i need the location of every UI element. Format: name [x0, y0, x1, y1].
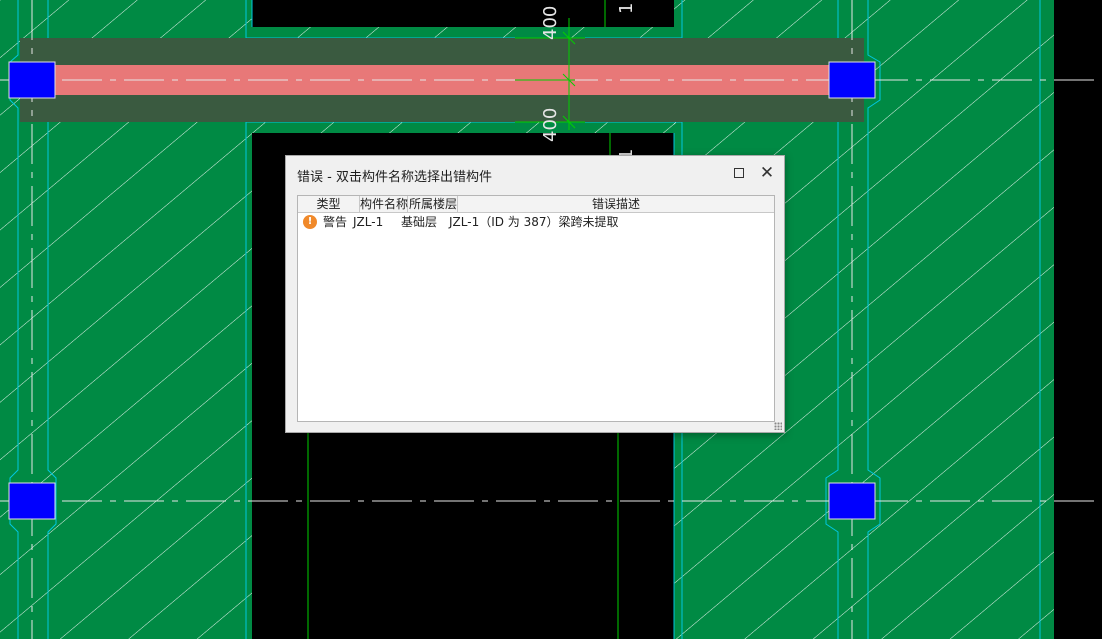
error-table[interactable]: 类型 构件名称 所属楼层 错误描述 ! 警告 JZL-1 基础层 JZL-1（I… — [297, 195, 775, 422]
dimension-label-bottom: 400 — [540, 108, 561, 142]
maximize-button[interactable] — [727, 162, 751, 184]
close-icon: ✕ — [759, 162, 775, 183]
row-description: JZL-1（ID 为 387）梁跨未提取 — [449, 215, 619, 229]
close-button[interactable]: ✕ — [755, 162, 779, 184]
dialog-title: 错误 - 双击构件名称选择出错构件 — [297, 170, 492, 185]
warning-icon: ! — [303, 215, 317, 229]
dimension-label-top: 400 — [540, 6, 561, 40]
column-header-description[interactable]: 错误描述 — [458, 196, 774, 212]
row-type: 警告 — [323, 215, 348, 229]
column-top-right — [828, 61, 876, 99]
column-header-name[interactable]: 构件名称 — [360, 196, 408, 212]
maximize-icon — [734, 168, 744, 178]
column-header-floor[interactable]: 所属楼层 — [408, 196, 458, 212]
dialog-titlebar[interactable]: 错误 - 双击构件名称选择出错构件 ✕ — [286, 156, 784, 190]
axis-label-top: 1 — [616, 3, 637, 14]
row-floor: 基础层 — [401, 215, 438, 229]
row-name[interactable]: JZL-1 — [353, 213, 383, 232]
column-header-type[interactable]: 类型 — [298, 196, 360, 212]
resize-grip[interactable] — [774, 422, 782, 430]
table-row[interactable]: ! 警告 JZL-1 基础层 JZL-1（ID 为 387）梁跨未提取 — [298, 213, 774, 232]
column-bottom-left — [8, 482, 56, 520]
column-top-left — [8, 61, 56, 99]
error-dialog[interactable]: 错误 - 双击构件名称选择出错构件 ✕ 类型 构件名称 所属楼层 错误描述 ! … — [285, 155, 785, 433]
column-bottom-right — [828, 482, 876, 520]
table-header: 类型 构件名称 所属楼层 错误描述 — [298, 196, 774, 213]
